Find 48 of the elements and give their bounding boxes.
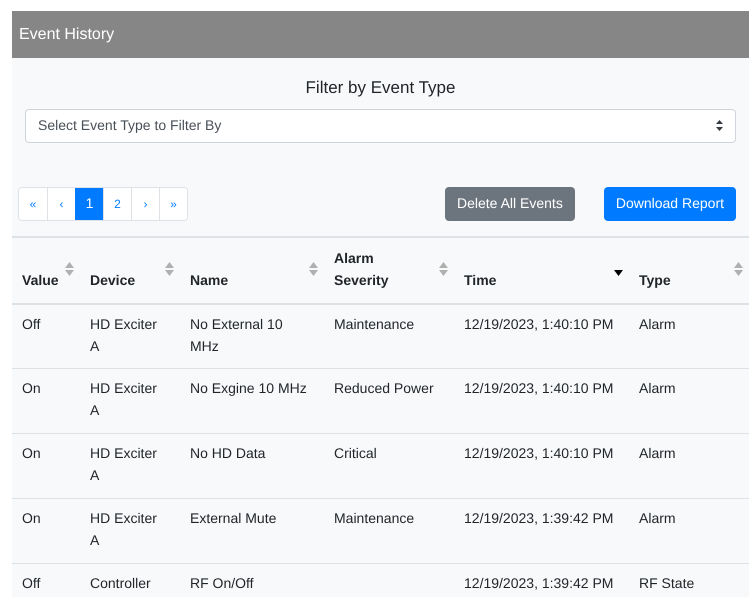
- table-cell: Maintenance: [334, 316, 414, 332]
- page-link[interactable]: »: [159, 188, 187, 220]
- table-cell: Alarm: [639, 445, 676, 461]
- column-header[interactable]: Alarm Severity: [334, 246, 454, 290]
- table-cell: 12/19/2023, 1:39:42 PM: [464, 510, 614, 526]
- table-cell: Controller: [90, 575, 151, 591]
- table-cell: Alarm: [639, 380, 676, 396]
- table-cell: Maintenance: [334, 510, 414, 526]
- column-header[interactable]: Name: [190, 268, 324, 290]
- table-cell: No HD Data: [190, 445, 266, 461]
- table-cell: RF State: [639, 575, 694, 591]
- table-cell: RF On/Off: [190, 575, 254, 591]
- table-cell: Reduced Power: [334, 380, 434, 396]
- table-cell: HD Exciter A: [90, 380, 157, 418]
- column-header[interactable]: Value: [22, 268, 80, 290]
- sort-icon[interactable]: [734, 262, 743, 276]
- panel-title: Event History: [19, 24, 114, 44]
- table-cell: Critical: [334, 445, 377, 461]
- table-cell: 12/19/2023, 1:40:10 PM: [464, 316, 614, 332]
- table-cell: Alarm: [639, 316, 676, 332]
- sort-icon[interactable]: [65, 262, 74, 276]
- table-cell: 12/19/2023, 1:39:42 PM: [464, 575, 614, 591]
- download-report-button[interactable]: Download Report: [604, 186, 736, 220]
- delete-events-button[interactable]: Delete All Events: [444, 186, 575, 220]
- table-cell: On: [22, 510, 41, 526]
- table-cell: HD Exciter A: [90, 510, 157, 548]
- table-cell: 12/19/2023, 1:40:10 PM: [464, 445, 614, 461]
- table-cell: HD Exciter A: [90, 445, 157, 483]
- table-cell: On: [22, 445, 41, 461]
- sort-icon[interactable]: [165, 262, 174, 276]
- column-header[interactable]: Device: [90, 268, 180, 290]
- table-cell: HD Exciter A: [90, 316, 157, 354]
- table-cell: On: [22, 380, 41, 396]
- table-cell: No External 10 MHz: [190, 316, 283, 354]
- table-cell: External Mute: [190, 510, 276, 526]
- table-cell: 12/19/2023, 1:40:10 PM: [464, 380, 614, 396]
- table-cell: Off: [22, 575, 40, 591]
- page-link[interactable]: 1: [75, 188, 103, 220]
- column-header[interactable]: Time: [464, 268, 629, 290]
- sort-icon[interactable]: [439, 262, 448, 276]
- column-header[interactable]: Type: [639, 268, 749, 290]
- sort-caret-icon: [716, 120, 723, 131]
- table-cell: Off: [22, 316, 40, 332]
- filter-heading: Filter by Event Type: [306, 77, 456, 99]
- table-cell: Alarm: [639, 510, 676, 526]
- event-type-select[interactable]: Select Event Type to Filter By: [25, 108, 736, 142]
- sort-icon[interactable]: [309, 262, 318, 276]
- table-cell: No Exgine 10 MHz: [190, 380, 307, 396]
